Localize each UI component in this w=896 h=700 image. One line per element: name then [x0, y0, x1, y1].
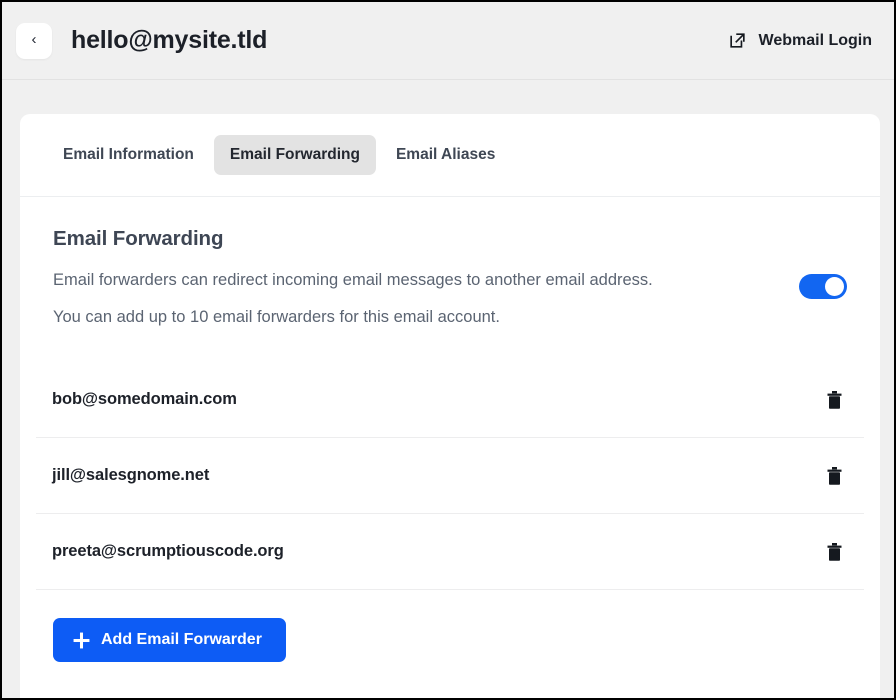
description-line-1: Email forwarders can redirect incoming e…: [53, 271, 653, 289]
section-description: Email forwarders can redirect incoming e…: [53, 268, 653, 330]
forwarder-row: bob@somedomain.com: [36, 362, 864, 439]
webmail-login-link[interactable]: Webmail Login: [728, 31, 872, 50]
page-header: ‹ hello@mysite.tld Webmail Login: [2, 2, 894, 80]
trash-icon: [827, 542, 842, 561]
forwarder-email: preeta@scrumptiouscode.org: [52, 542, 284, 561]
description-line-2: You can add up to 10 email forwarders fo…: [53, 307, 500, 326]
page-title: hello@mysite.tld: [71, 26, 268, 54]
delete-forwarder-button[interactable]: [823, 539, 846, 565]
forwarder-row: jill@salesgnome.net: [36, 438, 864, 515]
trash-icon: [827, 466, 842, 485]
webmail-login-label: Webmail Login: [758, 31, 872, 49]
toggle-knob: [825, 277, 844, 296]
section-title: Email Forwarding: [53, 227, 224, 250]
forwarding-section: Email Forwarding Email forwarders can re…: [20, 197, 880, 330]
back-button[interactable]: ‹: [16, 22, 52, 59]
email-forwarding-toggle[interactable]: [799, 274, 847, 299]
trash-icon: [827, 390, 842, 409]
forwarder-row: preeta@scrumptiouscode.org: [36, 514, 864, 591]
add-email-forwarder-label: Add Email Forwarder: [101, 631, 262, 649]
tab-email-forwarding[interactable]: Email Forwarding: [213, 135, 376, 175]
add-email-forwarder-button[interactable]: Add Email Forwarder: [53, 618, 286, 663]
chevron-left-icon: ‹: [31, 31, 37, 48]
forwarder-list: bob@somedomain.com jill@salesgnome.net p…: [20, 362, 880, 591]
external-link-icon: [729, 33, 745, 48]
app-viewport: ‹ hello@mysite.tld Webmail Login Email I…: [0, 0, 896, 700]
delete-forwarder-button[interactable]: [823, 387, 846, 413]
content-card: Email Information Email Forwarding Email…: [20, 114, 880, 698]
tab-bar: Email Information Email Forwarding Email…: [20, 114, 880, 197]
delete-forwarder-button[interactable]: [823, 463, 846, 489]
tab-email-information[interactable]: Email Information: [47, 135, 210, 175]
section-description-row: Email forwarders can redirect incoming e…: [53, 268, 847, 330]
forwarder-email: bob@somedomain.com: [52, 390, 237, 409]
plus-icon: [73, 632, 90, 649]
add-forwarder-row: Add Email Forwarder: [20, 590, 880, 663]
tab-email-aliases[interactable]: Email Aliases: [380, 135, 511, 175]
forwarder-email: jill@salesgnome.net: [52, 466, 210, 485]
